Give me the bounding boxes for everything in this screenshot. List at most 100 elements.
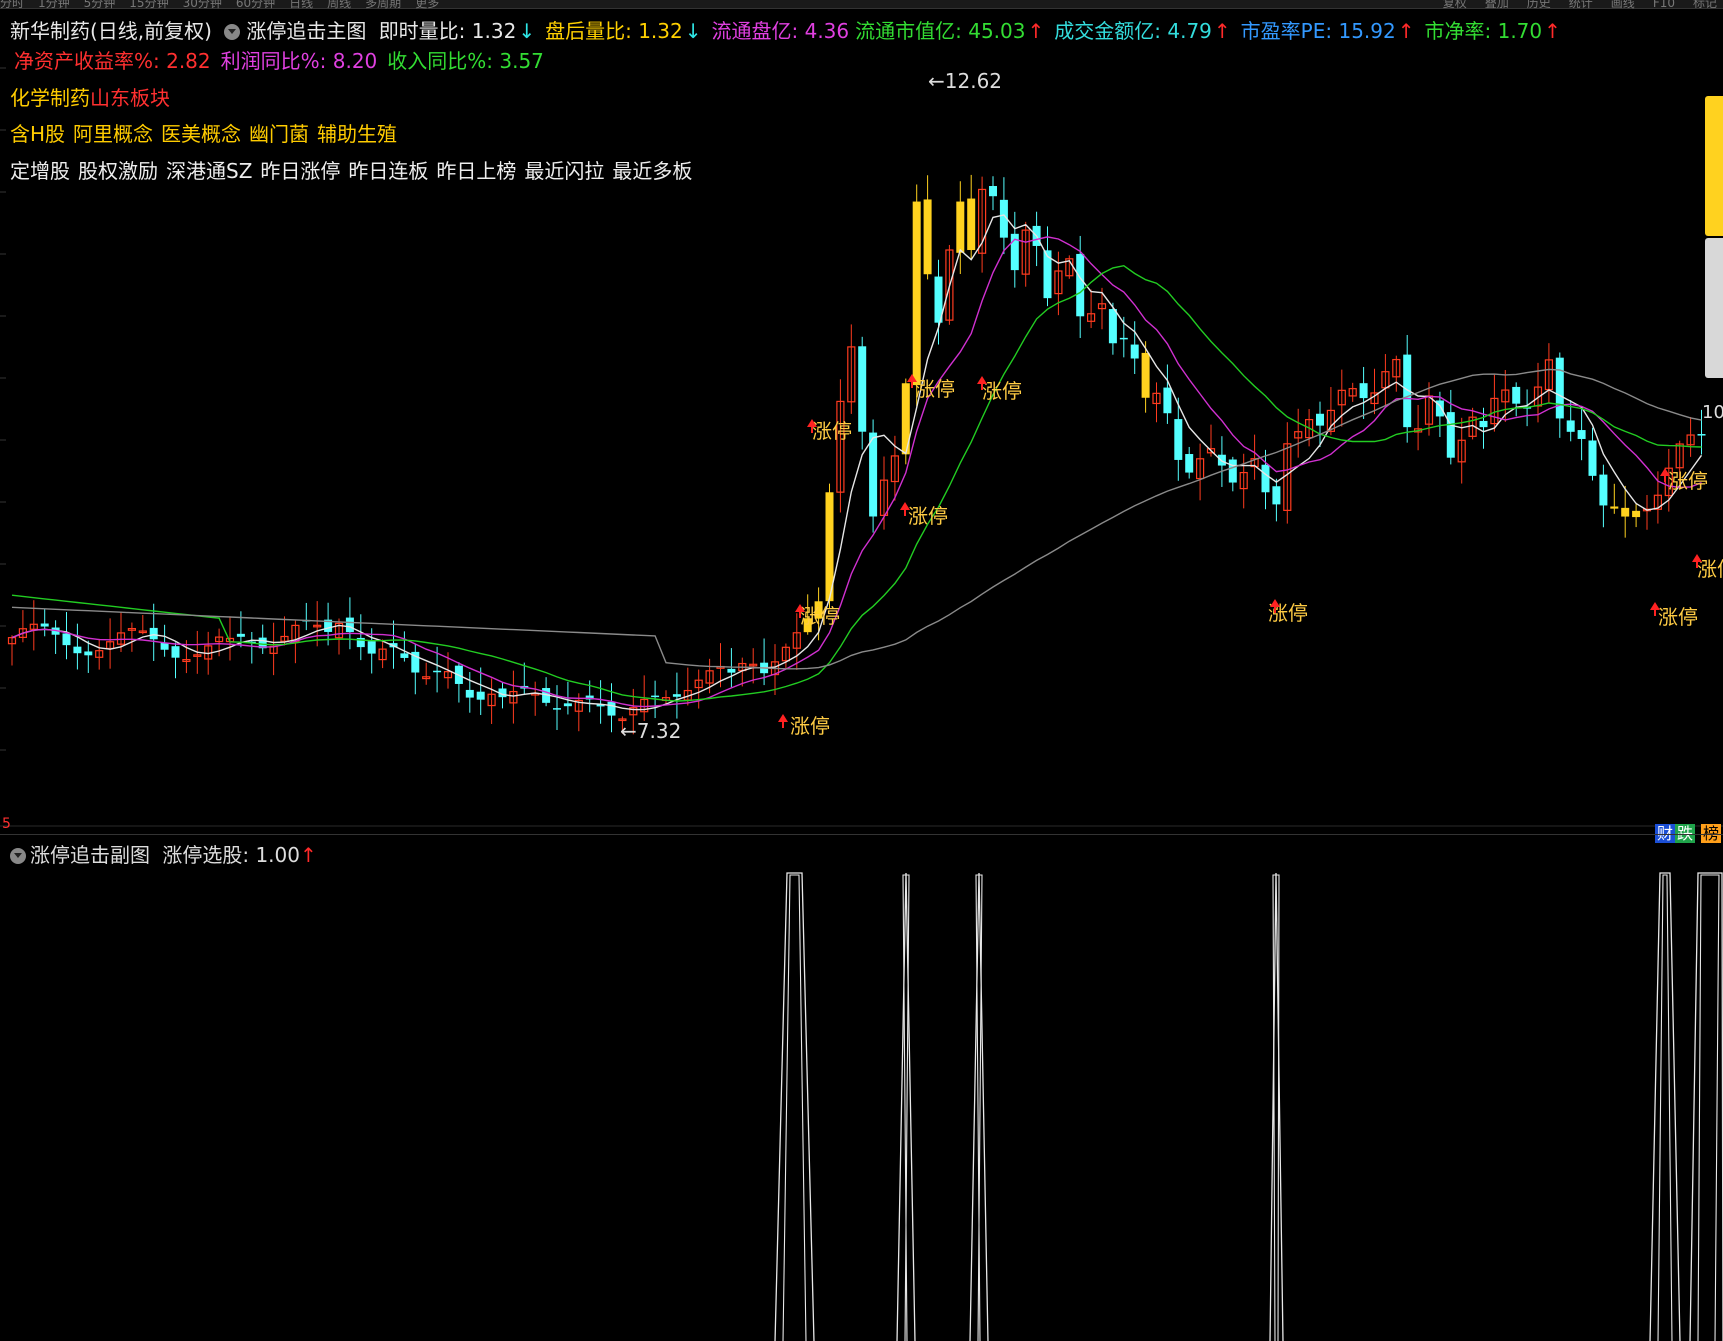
candle[interactable]	[1544, 343, 1554, 404]
candle[interactable]	[62, 611, 71, 660]
candle[interactable]	[977, 176, 987, 273]
candle[interactable]	[302, 602, 311, 631]
sub-indicator-select-button[interactable]	[10, 848, 26, 864]
candle[interactable]	[749, 648, 758, 684]
candle[interactable]	[1359, 366, 1368, 419]
candle[interactable]	[105, 618, 115, 669]
candle[interactable]	[1403, 334, 1412, 443]
status-tag-4[interactable]: 昨日连板	[348, 159, 428, 183]
candle[interactable]	[1250, 434, 1259, 480]
candlesticks[interactable]	[7, 174, 1706, 735]
candle[interactable]	[40, 608, 49, 637]
candle[interactable]	[1097, 287, 1107, 330]
region-tag[interactable]: 山东板块	[90, 86, 170, 110]
candle[interactable]	[1370, 368, 1379, 415]
candle[interactable]	[73, 623, 82, 670]
candle[interactable]	[127, 622, 136, 652]
status-tag-2[interactable]: 深港通SZ	[166, 159, 252, 183]
candle[interactable]	[345, 597, 354, 650]
candle[interactable]	[825, 483, 834, 609]
industry-tag[interactable]: 化学制药	[10, 86, 90, 110]
candle[interactable]	[356, 614, 365, 661]
candle[interactable]	[1043, 226, 1052, 307]
candle[interactable]	[400, 631, 409, 662]
candle[interactable]	[1413, 404, 1423, 451]
candle[interactable]	[225, 616, 235, 661]
candle[interactable]	[171, 642, 180, 679]
candle[interactable]	[138, 614, 147, 635]
candle[interactable]	[454, 662, 463, 703]
candle[interactable]	[269, 622, 278, 676]
candle[interactable]	[553, 685, 561, 730]
candle[interactable]	[378, 639, 387, 669]
candle[interactable]	[1228, 456, 1237, 492]
main-kline-panel[interactable]: ←12.62←7.32510涨停涨停涨停涨停涨停涨停涨停涨停涨停涨停 新华制药(…	[0, 8, 1723, 843]
candle[interactable]	[1272, 478, 1281, 522]
right-edge-limit-tag-2[interactable]	[1705, 238, 1723, 378]
status-tag-1[interactable]: 股权激励	[78, 159, 158, 183]
candle[interactable]	[7, 635, 17, 666]
candle[interactable]	[1195, 443, 1205, 501]
candle[interactable]	[1632, 502, 1641, 528]
status-tag-3[interactable]: 昨日涨停	[260, 159, 340, 183]
candle[interactable]	[770, 644, 780, 695]
candle[interactable]	[879, 456, 889, 530]
candle[interactable]	[596, 680, 605, 724]
status-tag-0[interactable]: 定增股	[10, 159, 70, 183]
candle[interactable]	[1010, 211, 1019, 288]
candle[interactable]	[160, 624, 169, 657]
candle[interactable]	[1512, 382, 1521, 417]
candle[interactable]	[858, 336, 867, 450]
concept-tag-4[interactable]: 辅助生殖	[317, 122, 397, 146]
candle[interactable]	[836, 379, 845, 513]
candle[interactable]	[934, 259, 943, 345]
candle[interactable]	[1599, 464, 1608, 528]
candle[interactable]	[1021, 221, 1030, 287]
candle[interactable]	[694, 669, 703, 709]
candle[interactable]	[1185, 446, 1194, 479]
sub-indicator-chart[interactable]	[0, 835, 1723, 1341]
candle[interactable]	[247, 632, 256, 664]
candle[interactable]	[149, 603, 158, 661]
candle[interactable]	[1468, 407, 1477, 440]
concept-tag-1[interactable]: 阿里概念	[73, 122, 153, 146]
candle[interactable]	[520, 662, 529, 696]
candle[interactable]	[1490, 374, 1499, 432]
candle[interactable]	[1686, 416, 1695, 457]
candle[interactable]	[1381, 354, 1390, 407]
candle[interactable]	[869, 419, 878, 533]
candle[interactable]	[1086, 289, 1096, 329]
candle[interactable]	[465, 672, 474, 713]
candle[interactable]	[1065, 255, 1074, 279]
candle[interactable]	[967, 174, 976, 260]
candle[interactable]	[781, 643, 791, 668]
status-tag-7[interactable]: 最近多板	[612, 159, 692, 183]
candle[interactable]	[1642, 494, 1652, 530]
candle[interactable]	[509, 670, 518, 724]
candle[interactable]	[84, 640, 93, 673]
right-edge-limit-tag[interactable]	[1705, 96, 1723, 236]
candle[interactable]	[422, 662, 431, 685]
candle[interactable]	[989, 176, 997, 211]
candle[interactable]	[1588, 427, 1597, 481]
candle[interactable]	[95, 638, 104, 670]
status-tag-6[interactable]: 最近闪拉	[524, 159, 604, 183]
candle[interactable]	[1348, 382, 1357, 402]
candle[interactable]	[487, 678, 496, 724]
candle[interactable]	[923, 175, 932, 280]
main-indicator-name[interactable]: 涨停追击主图	[246, 19, 366, 43]
concept-tag-2[interactable]: 医美概念	[161, 122, 241, 146]
candle[interactable]	[334, 618, 344, 655]
candle[interactable]	[672, 672, 681, 719]
candle[interactable]	[531, 681, 540, 716]
candle[interactable]	[912, 184, 921, 407]
sub-indicator-panel[interactable]: 涨停追击副图 涨停选股: 1.00↑	[0, 834, 1723, 1341]
concept-tag-3[interactable]: 幽门菌	[249, 122, 309, 146]
candle[interactable]	[411, 643, 420, 695]
candle[interactable]	[1163, 364, 1172, 424]
concept-tag-0[interactable]: 含H股	[10, 122, 65, 146]
candle[interactable]	[1446, 389, 1455, 465]
status-tag-5[interactable]: 昨日上榜	[436, 159, 516, 183]
candle[interactable]	[1392, 355, 1401, 392]
candle[interactable]	[1261, 449, 1270, 510]
